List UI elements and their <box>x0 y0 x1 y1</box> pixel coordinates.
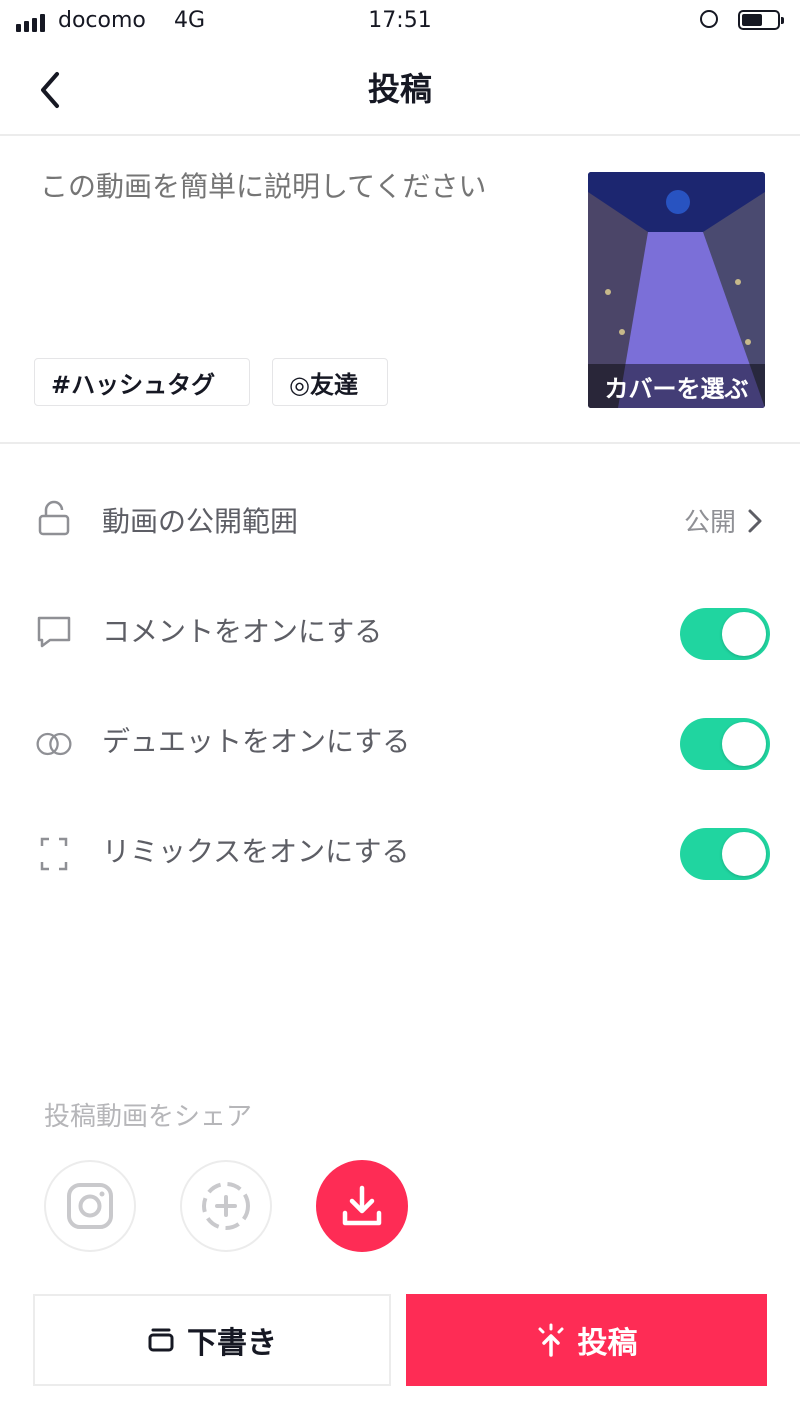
instagram-share-button[interactable] <box>44 1160 136 1252</box>
page-title: 投稿 <box>367 70 432 108</box>
comment-icon <box>34 612 74 652</box>
description-input[interactable] <box>40 170 560 203</box>
duet-row: デュエットをオンにする <box>0 704 800 784</box>
draft-button[interactable]: 下書き <box>33 1294 391 1386</box>
privacy-value: 公開 <box>683 508 736 538</box>
chevron-right-icon <box>748 509 762 533</box>
remix-icon <box>34 834 74 874</box>
post-sparkle-icon <box>538 1323 563 1357</box>
hashtag-button[interactable]: #ハッシュタグ <box>34 358 250 406</box>
privacy-label: 動画の公開範囲 <box>102 505 299 538</box>
comments-label: コメントをオンにする <box>102 615 383 648</box>
instagram-icon <box>67 1183 113 1229</box>
section-divider <box>0 442 800 444</box>
mention-friends-button[interactable]: ◎友達 <box>272 358 388 406</box>
draft-label: 下書き <box>187 1326 277 1361</box>
remix-label: リミックスをオンにする <box>102 835 410 868</box>
duet-icon <box>34 724 74 764</box>
duet-toggle[interactable] <box>680 718 770 770</box>
add-story-icon <box>202 1182 250 1230</box>
battery-icon <box>738 10 784 30</box>
status-time: 17:51 <box>368 8 432 33</box>
download-button[interactable] <box>316 1160 408 1252</box>
status-bar: docomo 4G 17:51 <box>0 0 800 44</box>
share-title: 投稿動画をシェア <box>44 1102 253 1132</box>
remix-row: リミックスをオンにする <box>0 814 800 894</box>
orientation-lock-icon <box>700 10 718 28</box>
comments-toggle[interactable] <box>680 608 770 660</box>
friends-label: ◎友達 <box>289 370 358 399</box>
privacy-row[interactable]: 動画の公開範囲 公開 <box>0 478 800 558</box>
duet-label: デュエットをオンにする <box>102 725 411 758</box>
draft-box-icon <box>148 1328 174 1352</box>
post-label: 投稿 <box>577 1326 638 1361</box>
post-button[interactable]: 投稿 <box>406 1294 767 1386</box>
story-share-button[interactable] <box>180 1160 272 1252</box>
comments-row: コメントをオンにする <box>0 594 800 674</box>
hashtag-label: #ハッシュタグ <box>51 370 216 399</box>
choose-cover-label: カバーを選ぶ <box>588 364 765 408</box>
download-icon <box>342 1185 382 1226</box>
lock-icon <box>34 498 74 538</box>
remix-toggle[interactable] <box>680 828 770 880</box>
cover-thumbnail[interactable]: カバーを選ぶ <box>588 172 765 408</box>
